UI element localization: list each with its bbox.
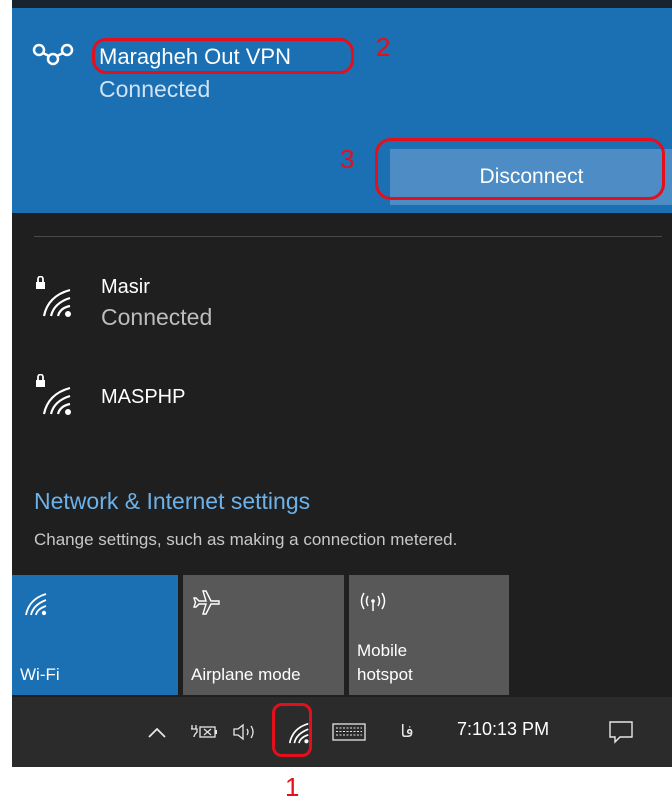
- wifi-toggle-tile[interactable]: Wi-Fi: [12, 575, 178, 695]
- annotation-highlight-vpn-name: [92, 38, 354, 74]
- annotation-number-2: 2: [376, 32, 391, 62]
- vpn-icon: [32, 43, 74, 66]
- annotation-number-3: 3: [340, 144, 355, 174]
- power-battery-button[interactable]: [188, 717, 220, 747]
- mobile-hotspot-tile[interactable]: Mobile hotspot: [349, 575, 509, 695]
- chevron-up-icon: [148, 727, 166, 738]
- speaker-icon: [233, 723, 254, 741]
- hotspot-icon: [360, 592, 386, 611]
- annotation-highlight-network-tray: [272, 703, 312, 757]
- network-settings-description: Change settings, such as making a connec…: [34, 530, 458, 549]
- airplane-mode-tile[interactable]: Airplane mode: [183, 575, 344, 695]
- flyout-top-edge: [12, 0, 672, 8]
- network-status: Connected: [101, 304, 213, 330]
- airplane-icon: [193, 590, 220, 615]
- keyboard-icon: [332, 723, 366, 741]
- annotation-number-1: 1: [285, 772, 300, 802]
- secured-wifi-icon: [36, 276, 71, 317]
- action-center-button[interactable]: [604, 717, 638, 747]
- tile-label: Airplane mode: [191, 665, 301, 684]
- tile-label-line2: hotspot: [357, 665, 413, 684]
- input-language-indicator[interactable]: فا: [392, 717, 422, 747]
- taskbar-clock[interactable]: 7:10:13 PM: [457, 719, 549, 740]
- tile-label-line1: Mobile: [357, 641, 408, 660]
- taskbar: فا 7:10:13 PM: [12, 697, 672, 767]
- wifi-network-item[interactable]: MASPHP: [12, 370, 672, 430]
- divider: [34, 236, 662, 237]
- annotation-highlight-disconnect: [375, 138, 665, 200]
- volume-button[interactable]: [230, 717, 264, 747]
- secured-wifi-icon: [36, 374, 71, 415]
- network-settings-link[interactable]: Network & Internet settings: [34, 488, 310, 515]
- battery-plug-icon: [191, 725, 217, 738]
- tile-label: Mobile hotspot: [357, 639, 413, 687]
- wifi-icon: [25, 593, 47, 616]
- network-name: MASPHP: [101, 386, 186, 408]
- vpn-status: Connected: [99, 76, 211, 102]
- show-hidden-icons-button[interactable]: [145, 717, 169, 747]
- wifi-network-item[interactable]: Masir Connected: [12, 272, 672, 332]
- notification-icon: [609, 721, 633, 744]
- network-name: Masir: [101, 276, 150, 298]
- tile-label: Wi-Fi: [20, 665, 60, 684]
- touch-keyboard-button[interactable]: [330, 717, 368, 747]
